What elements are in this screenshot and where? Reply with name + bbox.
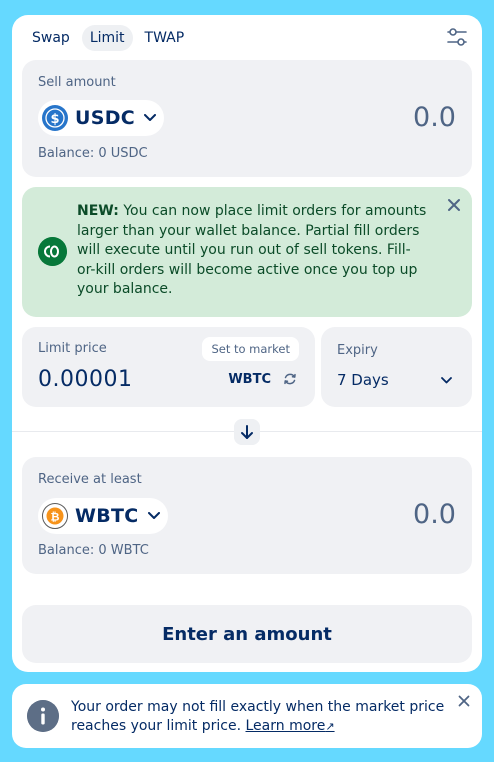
expiry-select[interactable]: Expiry 7 Days bbox=[321, 327, 472, 407]
tab-limit[interactable]: Limit bbox=[81, 25, 133, 51]
limit-price-unit: WBTC bbox=[228, 372, 271, 387]
svg-text:$: $ bbox=[50, 112, 59, 127]
receive-balance-value: 0 WBTC bbox=[98, 543, 149, 558]
enter-amount-button[interactable]: Enter an amount bbox=[22, 605, 472, 663]
receive-panel: Receive at least ₿ WBTC 0.0 Balance: 0 W… bbox=[22, 457, 472, 574]
refresh-icon[interactable] bbox=[283, 372, 297, 386]
trade-type-tabs: Swap Limit TWAP bbox=[24, 25, 192, 51]
close-icon[interactable] bbox=[447, 198, 461, 212]
sell-balance: Balance: 0 USDC bbox=[38, 146, 148, 161]
expiry-label: Expiry bbox=[337, 343, 378, 358]
learn-more-label: Learn more bbox=[245, 717, 326, 734]
close-icon[interactable] bbox=[458, 695, 470, 707]
notice-new-label: NEW: bbox=[77, 203, 119, 219]
receive-balance-label: Balance: bbox=[38, 543, 95, 558]
external-link-icon: ↗ bbox=[325, 719, 335, 733]
sell-balance-value: 0 USDC bbox=[98, 146, 148, 161]
usdc-token-icon: $ bbox=[42, 105, 68, 131]
chevron-down-icon bbox=[144, 114, 157, 121]
limit-price-input[interactable]: 0.00001 bbox=[38, 367, 132, 392]
notice-body: You can now place limit orders for amoun… bbox=[77, 203, 427, 297]
svg-text:₿: ₿ bbox=[51, 511, 60, 524]
settings-icon[interactable] bbox=[446, 26, 468, 48]
receive-label: Receive at least bbox=[38, 472, 142, 487]
info-text: Your order may not fill exactly when the… bbox=[71, 698, 451, 736]
sell-balance-label: Balance: bbox=[38, 146, 95, 161]
arrow-down-icon[interactable] bbox=[234, 419, 260, 445]
receive-balance: Balance: 0 WBTC bbox=[38, 543, 149, 558]
limit-price-panel: Limit price Set to market 0.00001 WBTC bbox=[22, 327, 315, 407]
expiry-value: 7 Days bbox=[337, 371, 389, 389]
receive-token-selector[interactable]: ₿ WBTC bbox=[38, 498, 168, 534]
sell-amount-input[interactable]: 0.0 bbox=[413, 102, 456, 133]
sell-token-symbol: USDC bbox=[75, 107, 136, 129]
chevron-down-icon bbox=[441, 377, 452, 384]
cow-logo-icon bbox=[38, 237, 67, 266]
sell-panel: Sell amount $ USDC 0.0 Balance: 0 USDC bbox=[22, 60, 472, 177]
sell-token-selector[interactable]: $ USDC bbox=[38, 100, 165, 136]
limit-price-label: Limit price bbox=[38, 341, 107, 356]
limit-order-card: Swap Limit TWAP Sell amount $ USDC 0.0 B… bbox=[12, 15, 482, 672]
receive-token-symbol: WBTC bbox=[75, 505, 139, 527]
learn-more-link[interactable]: Learn more↗ bbox=[246, 718, 335, 734]
tab-twap[interactable]: TWAP bbox=[137, 25, 193, 51]
wbtc-token-icon: ₿ bbox=[42, 503, 68, 529]
receive-amount-input[interactable]: 0.0 bbox=[413, 499, 456, 530]
new-feature-notice: NEW: You can now place limit orders for … bbox=[22, 187, 472, 317]
set-to-market-button[interactable]: Set to market bbox=[202, 337, 299, 361]
tab-swap[interactable]: Swap bbox=[24, 25, 78, 51]
limit-price-info-banner: Your order may not fill exactly when the… bbox=[12, 684, 482, 748]
info-icon bbox=[27, 700, 59, 732]
notice-text: NEW: You can now place limit orders for … bbox=[77, 202, 427, 300]
sell-amount-label: Sell amount bbox=[38, 75, 116, 90]
chevron-down-icon bbox=[147, 512, 160, 519]
